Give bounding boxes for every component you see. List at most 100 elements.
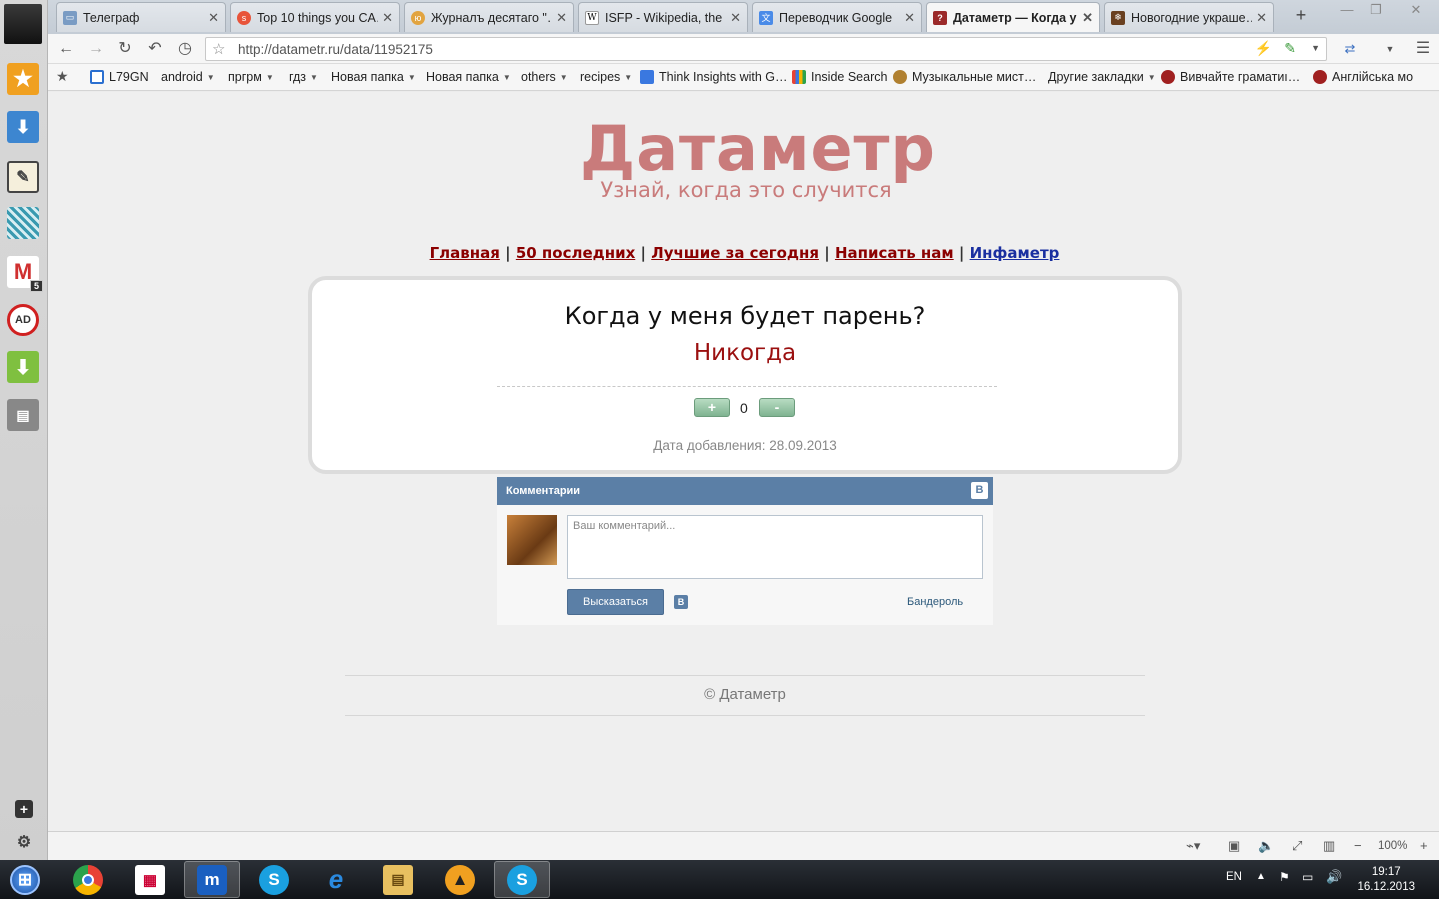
download-icon[interactable]: ⬇: [7, 111, 39, 143]
tray-flag-icon[interactable]: ⚑: [1279, 870, 1290, 884]
taskbar-chrome[interactable]: [60, 861, 116, 898]
bookmark-folder[interactable]: others ▼: [521, 70, 568, 84]
reload-icon[interactable]: ↻: [115, 39, 135, 59]
tab[interactable]: s Top 10 things you CA… ✕: [230, 2, 400, 32]
extension-pin-icon[interactable]: ✎: [1284, 40, 1296, 57]
restore-window-icon[interactable]: ❐: [1363, 2, 1389, 22]
bookmark-item[interactable]: Вивчайте граматиı…: [1161, 70, 1300, 84]
tab[interactable]: W ISFP - Wikipedia, the … ✕: [578, 2, 748, 32]
lightning-icon[interactable]: ⚡: [1255, 40, 1272, 57]
tab[interactable]: ?Датаметр — Когда у …✕: [926, 2, 1100, 32]
comment-input[interactable]: Ваш комментарий...: [567, 515, 983, 579]
bookmark-folder[interactable]: Другие закладки ▼: [1048, 70, 1156, 84]
taskbar-explorer[interactable]: ▤: [370, 861, 426, 898]
apps-grid-icon: ▦: [135, 864, 165, 895]
bookmark-item[interactable]: Англійська мо: [1313, 70, 1413, 84]
google-icon: [640, 70, 654, 84]
vk-logo-icon[interactable]: В: [971, 482, 988, 499]
bookmark-folder[interactable]: Новая папка ▼: [331, 70, 416, 84]
taskbar-aimp[interactable]: ▲: [432, 861, 488, 898]
bookmark-folder[interactable]: recipes ▼: [580, 70, 632, 84]
gmail-icon[interactable]: M5: [7, 256, 43, 292]
bookmark-folder[interactable]: android ▼: [161, 70, 215, 84]
bookmark-item[interactable]: Inside Search: [792, 70, 887, 84]
bookmark-item[interactable]: Музыкальные мист…: [893, 70, 1036, 84]
zoom-in-icon[interactable]: +: [1420, 838, 1428, 853]
close-tab-icon[interactable]: ✕: [904, 10, 915, 26]
taskbar-maxthon[interactable]: m: [184, 861, 240, 898]
system-clock[interactable]: 19:17 16.12.2013: [1357, 865, 1415, 895]
reader-icon[interactable]: ▥: [1323, 838, 1335, 854]
bookmark-folder[interactable]: гдз ▼: [289, 70, 318, 84]
zoom-out-icon[interactable]: −: [1354, 838, 1362, 853]
tray-network-icon[interactable]: ▭: [1302, 870, 1313, 884]
tab[interactable]: ❄ Новогодние украше… ✕: [1104, 2, 1274, 32]
fullscreen-icon[interactable]: ⤢: [1292, 838, 1302, 854]
address-bar[interactable]: ☆ http://datametr.ru/data/11952175 ⚡ ✎ ▼: [205, 37, 1327, 61]
bookmarks-star-icon[interactable]: ★: [56, 68, 69, 85]
close-tab-icon[interactable]: ✕: [382, 10, 393, 26]
close-tab-icon[interactable]: ✕: [1082, 10, 1093, 26]
vk-share-icon[interactable]: В: [674, 595, 688, 609]
tab[interactable]: ю Журналъ десятаго "… ✕: [404, 2, 574, 32]
back-arrow-icon[interactable]: ←: [56, 39, 76, 59]
vote-minus-button[interactable]: -: [759, 398, 795, 417]
nav-link-latest[interactable]: 50 последних: [516, 244, 635, 262]
zoom-level[interactable]: 100%: [1378, 840, 1407, 852]
close-tab-icon[interactable]: ✕: [208, 10, 219, 26]
undo-close-tab-icon[interactable]: ↶: [145, 39, 165, 59]
forward-arrow-icon[interactable]: →: [86, 39, 106, 59]
submit-comment-button[interactable]: Высказаться: [567, 589, 664, 615]
qr-code-icon[interactable]: [7, 207, 39, 239]
close-tab-icon[interactable]: ✕: [730, 10, 741, 26]
skype-icon: S: [259, 864, 289, 895]
favorites-star-icon[interactable]: ★: [7, 63, 39, 95]
history-clock-icon[interactable]: ◷: [175, 39, 195, 59]
bookmark-item[interactable]: Think Insights with G…: [640, 70, 788, 84]
new-tab-button[interactable]: +: [1288, 5, 1314, 25]
keyboard-language[interactable]: EN: [1226, 871, 1242, 883]
tab[interactable]: 文 Переводчик Google ✕: [752, 2, 922, 32]
page-actions-icon[interactable]: ▣: [1228, 838, 1240, 854]
taskbar-apps[interactable]: ▦: [122, 861, 178, 898]
close-window-icon[interactable]: ✕: [1400, 2, 1432, 22]
tray-volume-icon[interactable]: 🔊: [1326, 869, 1342, 885]
bookmark-item[interactable]: L79GN: [90, 70, 149, 84]
user-avatar-icon[interactable]: [4, 4, 42, 44]
add-panel-icon[interactable]: +: [15, 800, 33, 818]
notes-icon[interactable]: ✎: [7, 161, 39, 193]
bookmark-folder[interactable]: Новая папка ▼: [426, 70, 511, 84]
start-button[interactable]: ⊞: [0, 861, 50, 898]
menu-icon[interactable]: ☰: [1413, 39, 1433, 59]
adblock-icon[interactable]: AD: [7, 304, 39, 336]
taskbar-skype[interactable]: S: [246, 861, 302, 898]
vote-plus-button[interactable]: +: [694, 398, 730, 417]
green-download-icon[interactable]: ⬇: [7, 351, 39, 383]
toolbar-dropdown-icon[interactable]: ▼: [1380, 39, 1400, 59]
site-logo[interactable]: Датаметр: [580, 112, 935, 185]
minimize-window-icon[interactable]: —: [1334, 2, 1360, 22]
performance-icon[interactable]: ⌁▾: [1186, 838, 1200, 854]
url-dropdown-icon[interactable]: ▼: [1311, 43, 1320, 53]
translate-toolbar-icon[interactable]: ⇄: [1340, 39, 1360, 59]
avatar[interactable]: [507, 515, 557, 565]
close-tab-icon[interactable]: ✕: [1256, 10, 1267, 26]
document-icon[interactable]: ▤: [7, 399, 39, 431]
nav-link-best-today[interactable]: Лучшие за сегодня: [651, 244, 819, 262]
answer-text: Никогда: [693, 340, 797, 366]
nav-link-home[interactable]: Главная: [430, 244, 500, 262]
bookmark-star-icon[interactable]: ☆: [212, 40, 225, 58]
maxthon-icon: m: [197, 864, 227, 895]
tray-expand-icon[interactable]: ▲: [1256, 871, 1266, 882]
settings-gear-icon[interactable]: ⚙: [15, 833, 33, 851]
sound-icon[interactable]: 🔈: [1258, 838, 1274, 854]
close-tab-icon[interactable]: ✕: [556, 10, 567, 26]
tab[interactable]: ▭ Телеграф ✕: [56, 2, 226, 32]
stumbleupon-favicon-icon: s: [237, 10, 251, 25]
taskbar-skype-active[interactable]: S: [494, 861, 550, 898]
comment-username[interactable]: Бандероль: [907, 596, 963, 608]
nav-link-infametr[interactable]: Инфаметр: [970, 244, 1060, 262]
taskbar-ie[interactable]: e: [308, 861, 364, 898]
nav-link-contact[interactable]: Написать нам: [835, 244, 954, 262]
bookmark-folder[interactable]: пргрм ▼: [228, 70, 274, 84]
